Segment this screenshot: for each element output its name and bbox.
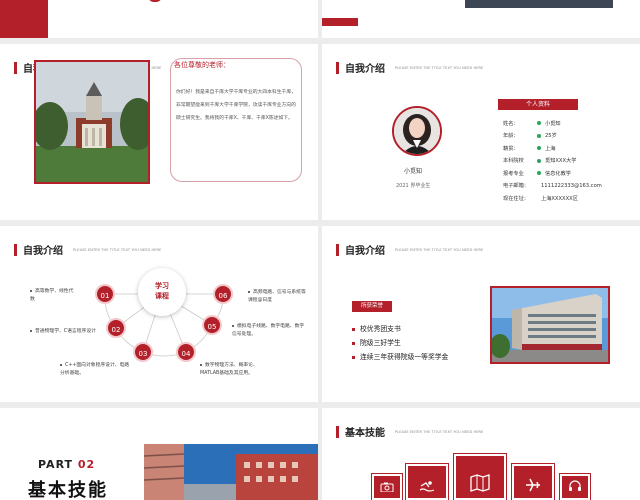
info-label: 电子邮箱：: [503, 183, 529, 190]
course-node-02: 02: [106, 318, 126, 338]
course-text: 数字物理方法、概率论、MATLAB基础及其应用。: [200, 362, 274, 378]
bullet-dot: [537, 171, 541, 176]
partial-image-strip: [465, 0, 613, 8]
info-row: 现在住址： 上海XXXXXX区: [503, 192, 602, 205]
hub-line: 学习: [155, 282, 169, 290]
skill-tile-swimming[interactable]: [405, 463, 449, 500]
info-value: 25岁: [545, 133, 557, 140]
skill-tile-map[interactable]: [453, 453, 507, 500]
info-value: 小觅知: [545, 120, 561, 127]
bullet-dot: [537, 158, 541, 163]
partial-red-bar: [322, 18, 358, 26]
header-accent-bar: [336, 425, 339, 438]
bullet-dot: [537, 146, 541, 151]
slide-header: 自我介绍 PLEASE ENTER THE TITLE TEXT YOU NEE…: [336, 242, 483, 257]
course-label: 高等数学、线性代数: [30, 289, 74, 302]
part-label: PART 02: [38, 458, 95, 471]
part-number: 02: [77, 458, 96, 471]
hub-line: 课程: [155, 292, 169, 300]
info-row: 报考专业 信息化教学: [503, 167, 602, 180]
course-text: C++面向对象程序设计、电路分析基础。: [60, 362, 132, 378]
award-item: 连续三年获得院级一等奖学金: [352, 350, 448, 364]
info-label: 姓名：: [503, 120, 519, 127]
building-photo: [144, 444, 318, 500]
campus-building-photo: [490, 286, 610, 364]
award-list: 校优秀团支书 院级三好学生 连续三年获得院级一等奖学金: [352, 322, 448, 364]
slide-title: 自我介绍: [345, 64, 385, 75]
award-label: 院级三好学生: [360, 339, 401, 347]
course-node-05: 05: [202, 315, 222, 335]
cover-red-block: [0, 0, 48, 38]
course-text: 高等数学、线性代数: [30, 288, 76, 304]
course-label: 模拟电子线路、数字电路、数字信号处理。: [232, 324, 305, 337]
info-label: 报考专业: [503, 170, 524, 177]
header-accent-bar: [336, 243, 339, 256]
camera-icon: [380, 482, 394, 492]
course-label: 高频电路、信号与系统等课程@日度: [248, 290, 306, 303]
course-label: 数字物理方法、概率论、MATLAB基础及其应用。: [200, 363, 258, 376]
slide-header: 自我介绍 PLEASE ENTER THE TITLE TEXT YOU NEE…: [336, 60, 483, 75]
part-word: PART: [38, 458, 74, 471]
slide-title: 基本技能: [345, 428, 385, 439]
course-text: 高频电路、信号与系统等课程@日度: [248, 289, 308, 305]
info-value: 1111222333@163.com: [541, 182, 602, 189]
course-node-01: 01: [95, 284, 115, 304]
header-accent-bar: [14, 61, 17, 74]
award-item: 院级三好学生: [352, 336, 448, 350]
headphones-icon: [569, 480, 581, 491]
header-accent-bar: [336, 61, 339, 74]
info-row: 籍贯： 上海: [503, 142, 602, 155]
slide-subtitle: PLEASE ENTER THE TITLE TEXT YOU NEED HER…: [395, 247, 484, 252]
info-value: 觅知XXX大学: [545, 158, 577, 165]
course-hub-label: 学习 课程: [138, 281, 186, 301]
info-value: 上海XXXXXX区: [541, 195, 578, 202]
info-list: 姓名： 小觅知 年龄： 25岁 籍贯： 上海 本科院校 觅知XXX大学 报考专业 信息化教…: [503, 117, 602, 205]
info-row: 姓名： 小觅知: [503, 117, 602, 130]
course-label: 普通物理学、C语言程序设计: [35, 329, 96, 334]
skill-tile-airplane[interactable]: [511, 463, 555, 500]
graduate-year: 2021 界毕业生: [396, 183, 431, 189]
slide-header: 基本技能 PLEASE ENTER THE TITLE TEXT YOU NEE…: [336, 424, 483, 439]
info-label: 本科院校: [503, 158, 524, 165]
slide-title: 自我介绍: [345, 246, 385, 257]
info-label: 现在住址：: [503, 195, 529, 202]
info-value: 信息化教学: [545, 170, 571, 177]
bullet-dot: [537, 133, 541, 138]
part-heading: 基本技能: [28, 480, 108, 500]
info-header: 个人资料: [498, 99, 578, 110]
swimming-icon: [419, 481, 435, 492]
greeting-title: 各位尊敬的老师：: [174, 61, 230, 69]
award-label: 校优秀团支书: [360, 325, 401, 333]
award-label: 连续三年获得院级一等奖学金: [360, 353, 449, 361]
avatar: [392, 106, 442, 156]
info-label: 年龄：: [503, 133, 519, 140]
airplane-icon: [526, 478, 540, 492]
greeting-text: 你们好！我是来自千库大学千库专业的大四本科生千库，非常期望能来到千库大学千库学院…: [176, 90, 296, 121]
profile-name: 小觅知: [404, 168, 423, 175]
course-label: C++面向对象程序设计、电路分析基础。: [60, 363, 130, 376]
slide-subtitle: PLEASE ENTER THE TITLE TEXT YOU NEED HER…: [395, 65, 484, 70]
course-node-04: 04: [176, 342, 196, 362]
info-row: 年龄： 25岁: [503, 130, 602, 143]
info-label: 籍贯：: [503, 145, 519, 152]
skill-tile-camera[interactable]: [371, 473, 403, 500]
university-photo: [34, 60, 150, 184]
info-row: 电子邮箱： 1111222333@163.com: [503, 180, 602, 193]
map-icon: [470, 474, 490, 492]
course-text: 模拟电子线路、数字电路、数字信号处理。: [232, 323, 306, 339]
course-node-06: 06: [213, 284, 233, 304]
bullet-dot: [537, 121, 541, 126]
award-header: 所获荣誉: [352, 301, 392, 312]
skill-tile-headphones[interactable]: [559, 473, 591, 500]
slide-subtitle: PLEASE ENTER THE TITLE TEXT YOU NEED HER…: [395, 429, 484, 434]
info-row: 本科院校 觅知XXX大学: [503, 155, 602, 168]
award-item: 校优秀团支书: [352, 322, 448, 336]
info-value: 上海: [545, 145, 556, 152]
course-text: 普通物理学、C语言程序设计: [30, 328, 104, 336]
course-node-03: 03: [133, 342, 153, 362]
